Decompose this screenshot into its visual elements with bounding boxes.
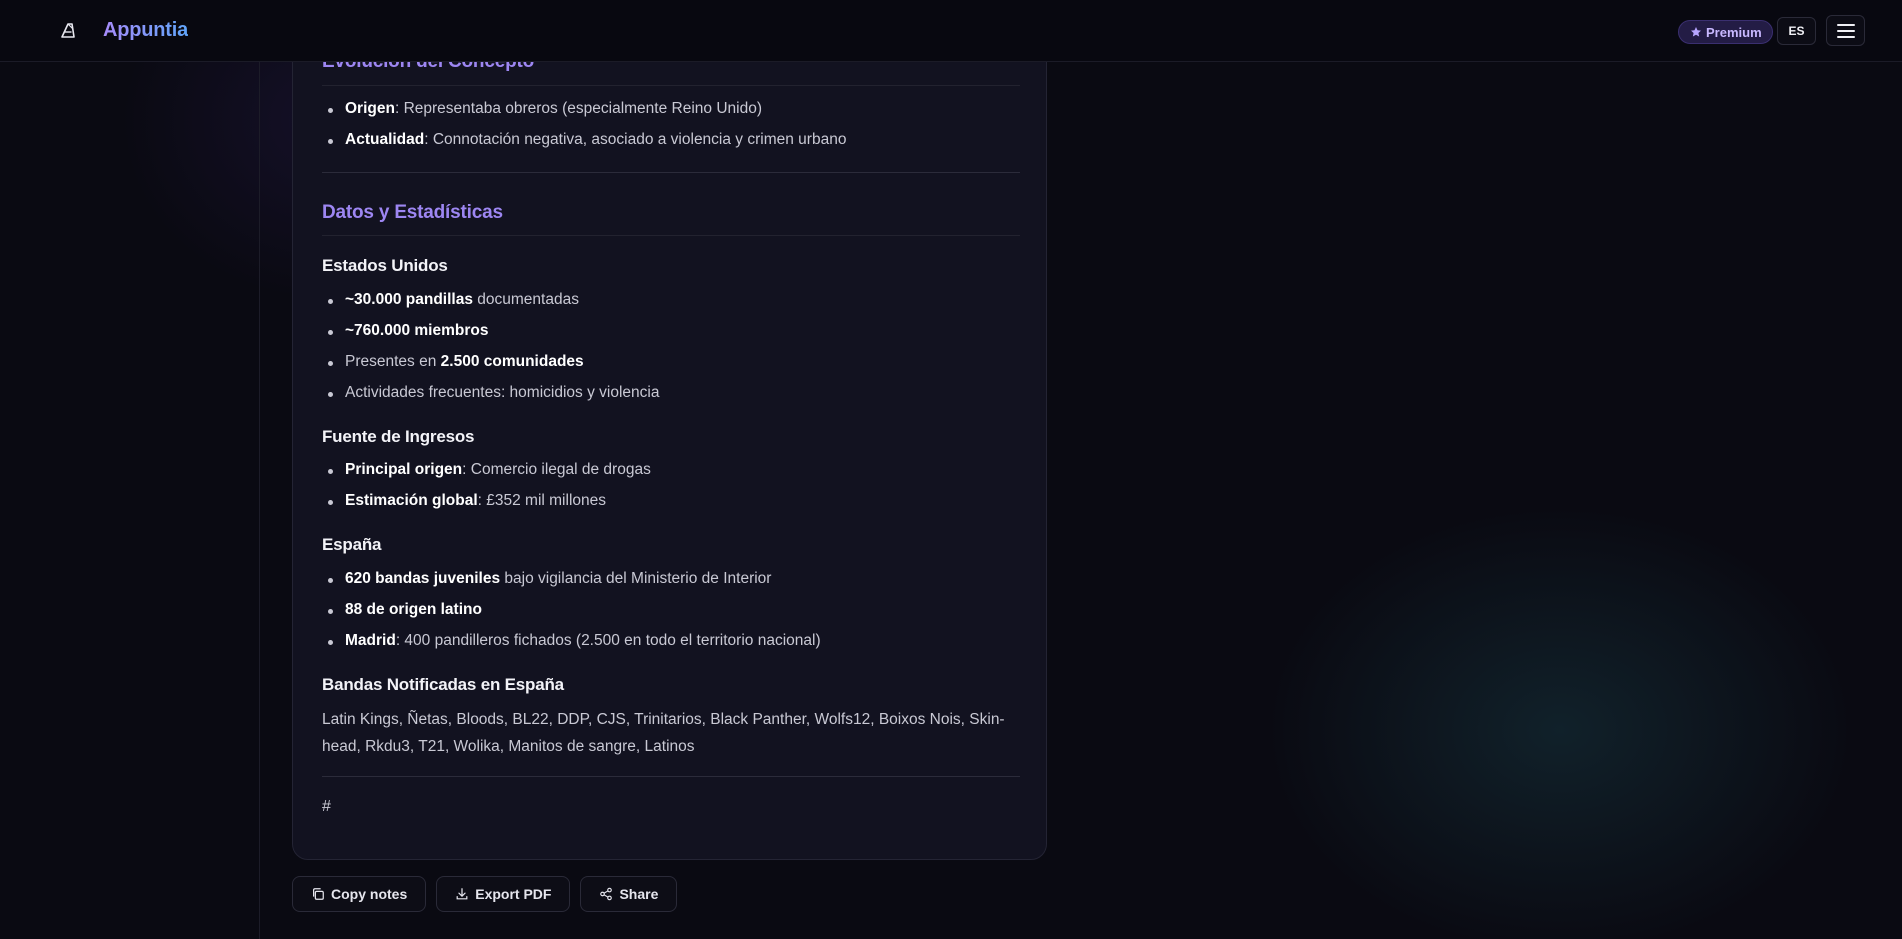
list-item: Madrid: 400 pandilleros fichados (2.500 …: [328, 632, 821, 649]
premium-badge[interactable]: Premium: [1678, 20, 1773, 44]
heading-rule: [322, 235, 1020, 236]
hamburger-menu-icon: [1836, 23, 1855, 38]
note-actions: Copy notes Export PDF Share: [292, 876, 678, 912]
menu-button[interactable]: [1826, 15, 1865, 46]
star-icon: [1691, 27, 1701, 37]
trailing-text: #: [322, 798, 331, 815]
list-item: Estimación global: £352 mil millones: [328, 492, 606, 509]
copy-icon: [313, 888, 324, 900]
list-item: Presentes en 2.500 comunidades: [328, 353, 584, 370]
subheading-bands: Bandas Notificadas en España: [322, 675, 564, 694]
bands-paragraph: Latin Kings, Ñetas, Bloods, BL22, DDP, C…: [322, 711, 1005, 755]
app-name[interactable]: Appuntia: [103, 19, 188, 42]
subheading-usa: Estados Unidos: [322, 256, 448, 275]
list-item: Actualidad: Connotación negativa, asocia…: [327, 131, 847, 148]
subheading-income: Fuente de Ingresos: [322, 427, 475, 446]
list-item: ~30.000 pandillas documentadas: [328, 291, 579, 308]
appuntia-logo-icon[interactable]: [57, 20, 79, 42]
list-item: Actividades frecuentes: homicidios y vio…: [327, 384, 660, 401]
share-button[interactable]: Share: [580, 876, 678, 912]
download-icon: [456, 888, 468, 900]
premium-label: Premium: [1706, 24, 1762, 40]
sidebar-divider: [259, 62, 260, 939]
list-item: Origen: Representaba obreros (especialme…: [328, 100, 762, 117]
top-bar: Appuntia Premium ES: [0, 0, 1902, 62]
share-icon: [600, 887, 613, 901]
divider: [322, 776, 1020, 777]
section-heading-data: Datos y Estadísticas: [322, 202, 503, 223]
language-selector[interactable]: ES: [1777, 17, 1816, 45]
notes-card: Evolución del Concepto Origen: Represent…: [292, 20, 1047, 860]
list-item: 620 bandas juveniles bajo vigilancia del…: [327, 570, 772, 587]
list-item: 88 de origen latino: [328, 601, 482, 618]
list-item: ~760.000 miembros: [327, 322, 489, 339]
list-item: Principal origen: Comercio ilegal de dro…: [328, 461, 651, 478]
subheading-spain: España: [322, 535, 382, 554]
divider: [322, 172, 1020, 173]
copy-notes-button[interactable]: Copy notes: [292, 876, 427, 912]
export-pdf-button[interactable]: Export PDF: [436, 876, 571, 912]
heading-rule: [322, 85, 1020, 86]
